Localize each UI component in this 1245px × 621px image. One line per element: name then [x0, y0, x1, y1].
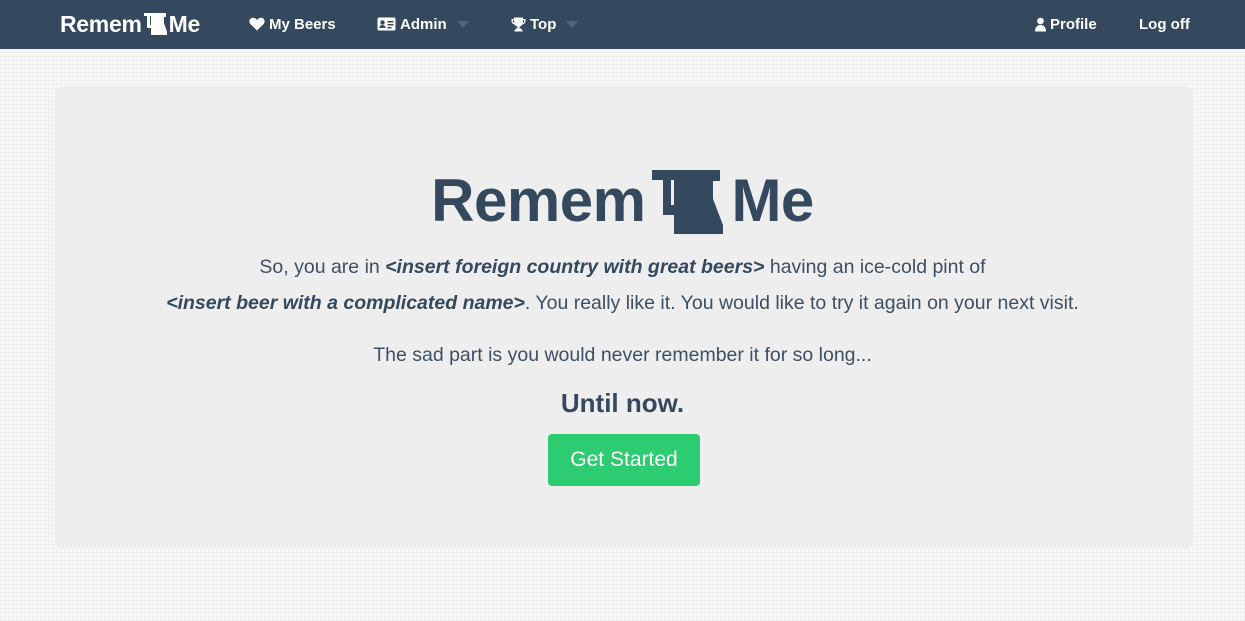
- heart-icon: [249, 17, 265, 31]
- nav-top-dropdown[interactable]: Top: [511, 12, 579, 36]
- beer-mug-icon: [143, 13, 167, 35]
- top-navbar: Remem Me My Beers Admin Top Profile Log …: [0, 0, 1245, 49]
- id-card-icon: [377, 17, 396, 31]
- nav-my-beers-label: My Beers: [269, 15, 336, 33]
- intro-text: having an ice-cold pint of: [764, 256, 986, 278]
- hero-until-now: Until now.: [560, 388, 685, 418]
- brand-logo[interactable]: Remem Me: [60, 8, 200, 40]
- trophy-icon: [511, 17, 526, 31]
- beer-mug-icon: [652, 170, 724, 234]
- nav-log-off-label: Log off: [1139, 15, 1190, 33]
- nav-profile-label: Profile: [1050, 15, 1097, 33]
- placeholder-country: <insert foreign country with great beers…: [385, 256, 765, 278]
- nav-my-beers[interactable]: My Beers: [249, 12, 336, 36]
- intro-text: . You really like it. You would like to …: [524, 292, 1079, 314]
- hero-title-part2: Me: [731, 166, 814, 234]
- hero-intro-line-2: <insert beer with a complicated name>. Y…: [0, 292, 1245, 315]
- nav-admin-label: Admin: [400, 15, 447, 33]
- nav-admin-dropdown[interactable]: Admin: [377, 12, 469, 36]
- hero-sad-part: The sad part is you would never remember…: [373, 344, 872, 366]
- intro-text: So, you are in: [259, 256, 386, 278]
- nav-log-off[interactable]: Log off: [1139, 12, 1190, 36]
- chevron-down-icon: [456, 20, 469, 28]
- get-started-button[interactable]: Get Started: [548, 434, 700, 486]
- hero-intro-line-1: So, you are in <insert foreign country w…: [0, 256, 1245, 279]
- nav-profile[interactable]: Profile: [1035, 12, 1097, 36]
- hero-title-part1: Remem: [431, 166, 646, 234]
- nav-top-label: Top: [530, 15, 557, 33]
- user-icon: [1035, 17, 1046, 31]
- hero-title: Remem Me: [0, 160, 1245, 240]
- brand-text-part1: Remem: [60, 10, 142, 37]
- chevron-down-icon: [566, 20, 579, 28]
- brand-text-part2: Me: [168, 10, 201, 37]
- placeholder-beer: <insert beer with a complicated name>: [166, 292, 525, 314]
